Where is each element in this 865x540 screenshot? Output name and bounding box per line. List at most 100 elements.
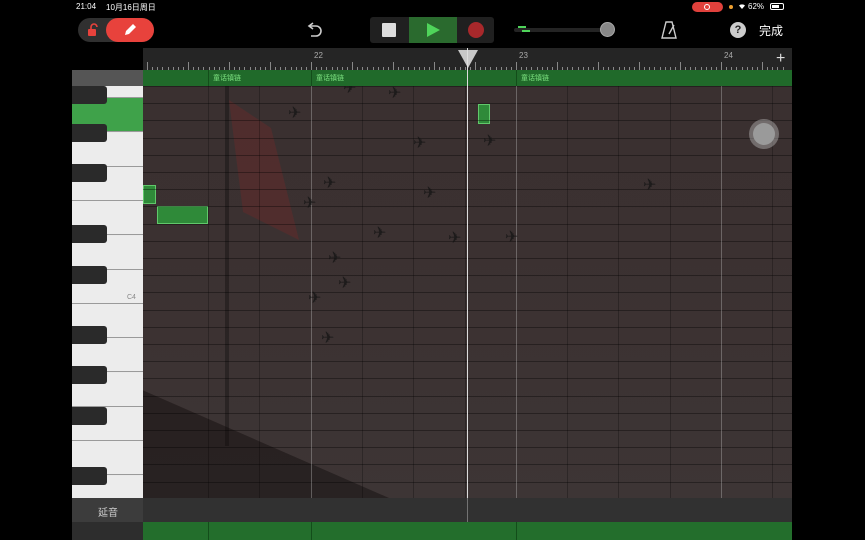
battery-percent: 62% <box>748 2 765 11</box>
record-icon <box>468 22 484 38</box>
midi-region[interactable]: 童话镇链 <box>516 70 792 86</box>
grid-beat-line <box>721 86 722 498</box>
bar-number: 22 <box>314 51 323 60</box>
midi-note[interactable] <box>157 206 208 224</box>
bird-silhouette: ✈ <box>643 177 657 194</box>
master-volume-slider[interactable] <box>514 22 615 38</box>
region-segment[interactable] <box>311 522 516 540</box>
sustain-lane[interactable] <box>143 498 792 522</box>
bar-number: 24 <box>724 51 733 60</box>
grid-beat-line <box>208 86 209 498</box>
grid-beat-line <box>464 86 466 498</box>
transport-controls <box>370 17 494 43</box>
wifi-icon <box>737 1 747 12</box>
piano-black-key[interactable] <box>72 366 107 384</box>
unlock-icon <box>88 23 98 36</box>
keyboard-header <box>72 70 143 86</box>
bird-silhouette: ✈ <box>321 330 335 347</box>
mic-indicator-dot <box>729 5 733 9</box>
region-segment[interactable] <box>208 522 310 540</box>
level-meter <box>518 26 526 28</box>
region-segment[interactable] <box>516 522 792 540</box>
ruler-tick <box>721 62 722 70</box>
bird-silhouette: ✈ <box>483 133 497 150</box>
bird-silhouette: ✈ <box>338 275 352 292</box>
ruler-tick <box>680 62 681 70</box>
bird-silhouette: ✈ <box>505 229 519 246</box>
record-button[interactable] <box>458 17 494 43</box>
piano-black-key[interactable] <box>72 225 107 243</box>
help-button[interactable]: ? <box>730 22 746 38</box>
midi-region[interactable]: 童话镇链 <box>208 70 310 86</box>
status-bar: 21:04 10月16日周日 62% <box>72 0 792 14</box>
region-label: 童话镇链 <box>316 75 344 82</box>
floating-assistive-button[interactable] <box>749 119 779 149</box>
bird-silhouette: ✈ <box>388 86 402 102</box>
play-button[interactable] <box>409 17 457 43</box>
background-shadow <box>225 86 229 446</box>
ruler-tick <box>557 62 558 70</box>
bar-number: 23 <box>519 51 528 60</box>
stop-icon <box>382 23 396 37</box>
pencil-button[interactable] <box>106 18 154 42</box>
midi-note[interactable] <box>143 185 156 204</box>
sustain-label: 延音 <box>98 508 118 519</box>
piano-black-key[interactable] <box>72 407 107 425</box>
grid-beat-line <box>669 86 671 498</box>
metronome-button[interactable] <box>660 20 678 40</box>
ruler-tick <box>762 62 763 70</box>
piano-keyboard: C4 <box>72 86 143 498</box>
bird-silhouette: ✈ <box>373 225 387 242</box>
screen-recording-indicator[interactable] <box>692 2 723 12</box>
ruler-tick <box>188 62 189 70</box>
region-label: 童话镇链 <box>521 75 549 82</box>
grid-beat-line <box>361 86 363 498</box>
ruler-tick <box>229 62 230 70</box>
bottom-region-strip <box>72 522 792 540</box>
region-label: 童话镇链 <box>213 75 241 82</box>
bird-silhouette: ✈ <box>343 86 357 97</box>
undo-button[interactable] <box>304 20 324 40</box>
metronome-icon <box>661 21 677 39</box>
piano-black-key[interactable] <box>72 86 107 104</box>
volume-knob[interactable] <box>600 22 615 37</box>
piano-black-key[interactable] <box>72 266 107 284</box>
piano-black-key[interactable] <box>72 164 107 182</box>
ruler-tick <box>147 62 148 70</box>
ruler-tick <box>352 62 353 70</box>
ruler-tick <box>311 62 312 70</box>
midi-region[interactable]: 童话镇链 <box>311 70 516 86</box>
battery-icon <box>770 3 784 10</box>
ruler-tick <box>516 62 517 70</box>
stop-button[interactable] <box>370 17 408 43</box>
piano-black-key[interactable] <box>72 124 107 142</box>
add-button[interactable]: + <box>776 50 785 68</box>
ruler-tick <box>270 62 271 70</box>
status-date: 10月16日周日 <box>106 3 156 12</box>
ruler-tick <box>639 62 640 70</box>
bird-silhouette: ✈ <box>413 135 427 152</box>
bird-silhouette: ✈ <box>308 290 322 307</box>
bird-silhouette: ✈ <box>288 105 302 122</box>
grid-beat-line <box>772 86 774 498</box>
c4-label: C4 <box>127 294 136 301</box>
keyboard-footer <box>72 522 143 540</box>
bird-silhouette: ✈ <box>323 175 337 192</box>
grid-beat-line <box>515 86 517 498</box>
bird-silhouette: ✈ <box>448 230 462 247</box>
grid-beat-line <box>567 86 569 498</box>
play-icon <box>427 23 440 37</box>
level-meter <box>522 30 530 32</box>
playhead-handle[interactable] <box>458 50 478 68</box>
status-time: 21:04 <box>76 2 97 11</box>
record-icon <box>704 4 710 10</box>
playhead[interactable] <box>467 48 468 540</box>
ruler-tick <box>434 62 435 70</box>
bird-silhouette: ✈ <box>303 195 317 212</box>
undo-icon <box>307 22 322 37</box>
garageband-piano-roll: 21:04 10月16日周日 62% ? 完成 22 23 24 + 童话镇链 … <box>0 0 865 540</box>
done-button[interactable]: 完成 <box>759 22 783 39</box>
piano-black-key[interactable] <box>72 326 107 344</box>
piano-black-key[interactable] <box>72 467 107 485</box>
bird-silhouette: ✈ <box>328 250 342 267</box>
